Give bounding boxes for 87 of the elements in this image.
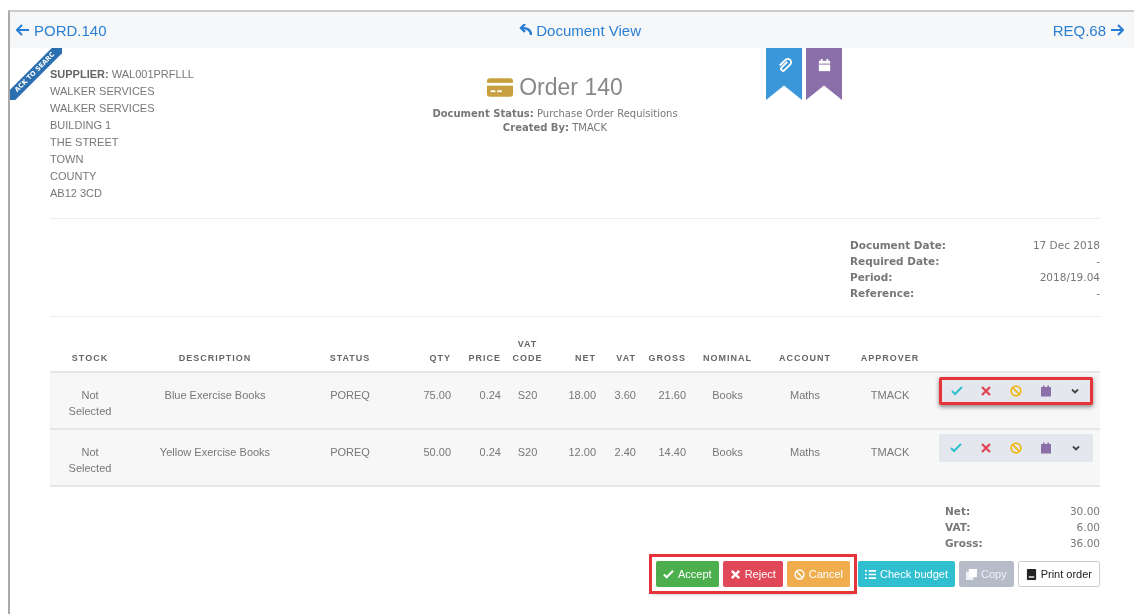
total-label: VAT: [945,520,971,535]
date-value: 17 Dec 2018 [1032,238,1100,253]
list-icon [865,568,877,580]
table-cell: Maths [790,389,820,401]
address-line: THE STREET [50,135,120,150]
table-cell: POREQ [330,446,370,458]
ban-icon [793,568,805,580]
document-status: Document Status: Purchase Order Requisitions [431,107,679,121]
column-header: NET [575,353,596,363]
order-title: Order 140 [519,74,623,101]
check-icon[interactable] [950,442,962,454]
calendar-bookmark[interactable] [806,48,842,100]
table-cell: Yellow Exercise Books [159,446,271,458]
date-label: Document Date: [850,238,946,253]
table-cell: Books [712,389,743,401]
arrow-left-icon [16,24,30,36]
previous-document-link[interactable]: PORD.140 [16,21,107,39]
table-cell: TMACK [870,389,910,401]
column-header: DESCRIPTION [178,353,252,363]
close-icon [729,568,741,580]
check-icon[interactable] [950,385,963,397]
calendar-icon [816,58,832,73]
address-line: WALKER SERVICES [50,101,156,116]
calendar-icon[interactable] [1039,385,1052,397]
table-cell: 14.40 [658,446,686,458]
next-document-link[interactable]: REQ.68 [1052,21,1124,39]
table-cell: 12.00 [568,446,596,458]
arrow-right-icon [1110,24,1124,36]
table-cell: Books [712,446,743,458]
table-cell: Blue Exercise Books [164,389,266,401]
table-cell: 0.24 [479,446,501,458]
table-cell: POREQ [330,389,370,401]
column-header: VAT [616,353,636,363]
accept-button[interactable]: Accept [656,561,719,587]
table-cell: TMACK [870,446,910,458]
paperclip-icon [776,58,792,73]
column-header: NOMINAL [703,353,752,363]
calendar-icon[interactable] [1040,442,1052,454]
table-cell-text: Not Selected [67,388,113,419]
total-value: 6.00 [1076,520,1100,535]
created-by: Created By: TMACK [501,121,609,135]
column-header: QTY [429,353,451,363]
check-budget-button[interactable]: Check budget [858,561,955,587]
credit-card-icon [487,78,514,97]
column-header: PRICE [468,353,501,363]
table-cell: 3.60 [614,389,636,401]
table-cell: 75.00 [423,389,451,401]
address-line: TOWN [50,152,85,167]
address-line: COUNTY [50,169,98,184]
table-cell: 0.24 [479,389,501,401]
table-cell: 50.00 [423,446,451,458]
column-header: GROSS [648,353,686,363]
cancel-button[interactable]: Cancel [786,561,851,587]
date-value: 2018/19.04 [1039,270,1100,285]
date-label: Required Date: [850,254,940,269]
close-icon[interactable] [980,385,993,397]
address-line: BUILDING 1 [50,118,113,133]
table-cell: 18.00 [568,389,596,401]
book-icon [1025,568,1037,580]
reply-arrow-icon [518,24,533,36]
reject-button[interactable]: Reject [722,561,783,587]
document-view-link[interactable]: Document View [518,21,641,39]
copy-icon [965,568,977,580]
date-value: - [1096,286,1100,301]
column-header: STATUS [329,353,371,363]
table-cell: 2.40 [614,446,636,458]
column-header: VAT CODE [512,339,543,363]
column-header: ACCOUNT [779,353,831,363]
paperclip-bookmark[interactable] [766,48,802,100]
total-value: 30.00 [1069,504,1100,519]
table-cell-text: Not Selected [67,445,113,476]
total-label: Gross: [945,536,983,551]
address-line: AB12 3CD [50,186,103,201]
table-cell: 21.60 [658,389,686,401]
print-order-button[interactable]: Print order [1017,561,1100,587]
close-icon[interactable] [980,442,992,454]
table-cell: S20 [517,446,538,458]
total-value: 36.00 [1069,536,1100,551]
total-label: Net: [945,504,971,519]
date-value: - [1096,254,1100,269]
date-label: Reference: [850,286,915,301]
column-header: APPROVER [860,353,920,363]
column-header: STOCK [71,353,109,363]
table-cell: Maths [790,446,820,458]
date-label: Period: [850,270,893,285]
check-icon [663,568,674,580]
table-cell: S20 [517,389,538,401]
